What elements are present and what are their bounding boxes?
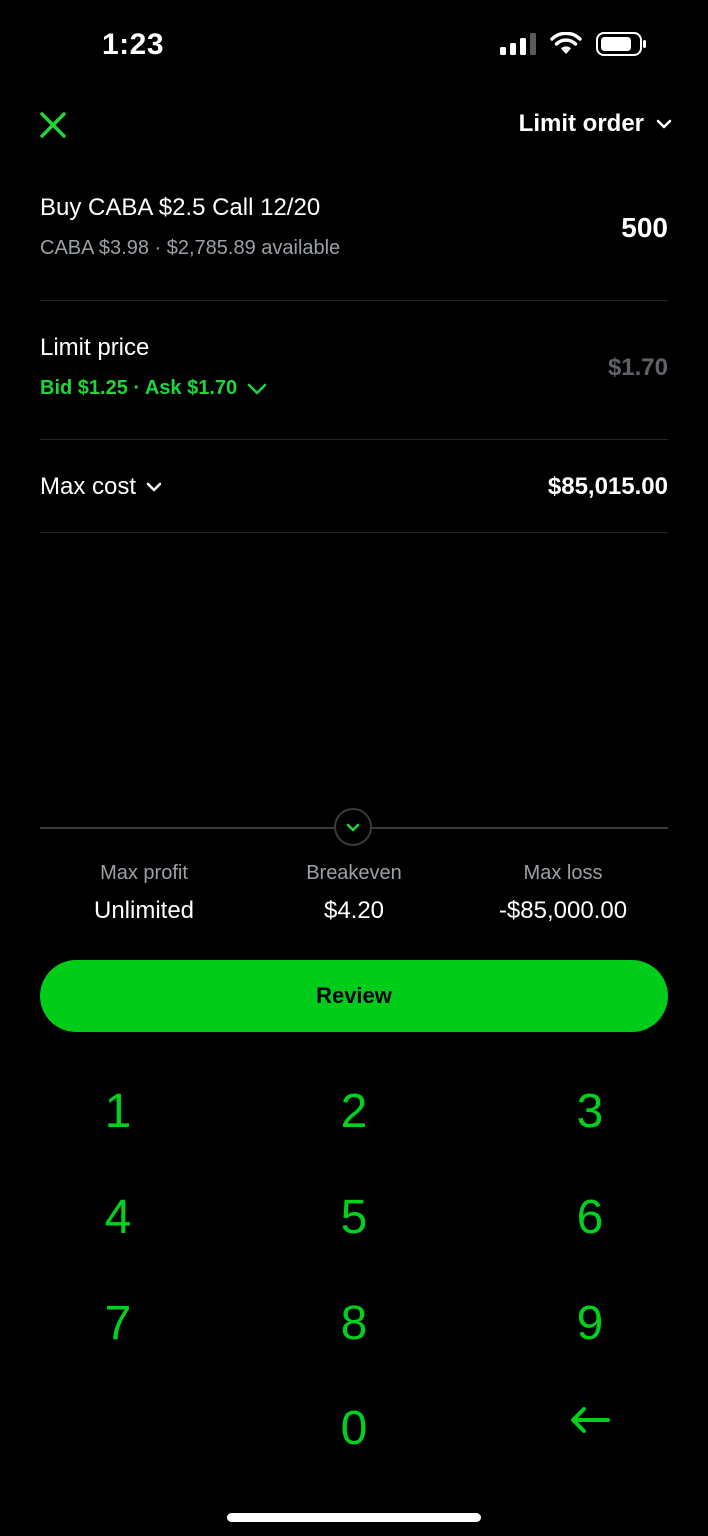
max-cost-dropdown[interactable]: Max cost	[40, 473, 162, 501]
stat-max-loss: Max loss -$85,000.00	[453, 862, 673, 925]
keypad-backspace[interactable]	[530, 1380, 650, 1460]
keypad-key-5[interactable]: 5	[294, 1177, 414, 1257]
divider	[40, 439, 668, 440]
status-time: 1:23	[102, 28, 165, 61]
keypad-key-9[interactable]: 9	[530, 1283, 650, 1363]
keypad-key-2[interactable]: 2	[294, 1071, 414, 1151]
chevron-down-icon	[346, 823, 360, 831]
home-indicator	[227, 1513, 481, 1522]
order-type-dropdown[interactable]: Limit order	[519, 110, 672, 138]
quantity-input[interactable]: 500	[621, 212, 668, 244]
max-cost-value: $85,015.00	[547, 473, 668, 500]
keypad-key-3[interactable]: 3	[530, 1071, 650, 1151]
stat-label: Max loss	[523, 862, 603, 884]
divider	[40, 300, 668, 301]
wifi-icon	[550, 32, 582, 54]
stat-max-profit: Max profit Unlimited	[34, 862, 254, 925]
stat-label: Breakeven	[306, 862, 402, 884]
order-type-label: Limit order	[518, 110, 644, 137]
chevron-down-icon	[656, 119, 672, 129]
keypad-key-6[interactable]: 6	[530, 1177, 650, 1257]
bid-ask-text: Bid $1.25 · Ask $1.70	[40, 377, 238, 399]
keypad-key-7[interactable]: 7	[58, 1283, 178, 1363]
cellular-signal-icon	[500, 33, 536, 55]
close-button[interactable]	[36, 108, 70, 142]
limit-price-input[interactable]: $1.70	[608, 354, 668, 382]
keypad-key-8[interactable]: 8	[294, 1283, 414, 1363]
max-cost-label: Max cost	[40, 473, 137, 500]
keypad-key-4[interactable]: 4	[58, 1177, 178, 1257]
stat-value: -$85,000.00	[498, 897, 628, 924]
status-icons	[500, 32, 648, 56]
close-icon	[40, 112, 66, 138]
contract-title: Buy CABA $2.5 Call 12/20	[40, 194, 321, 221]
contract-subtitle: CABA $3.98 · $2,785.89 available	[40, 237, 341, 259]
stat-value: $4.20	[323, 897, 385, 924]
chevron-down-icon	[146, 482, 162, 492]
stat-breakeven: Breakeven $4.20	[244, 862, 464, 925]
collapse-button[interactable]	[334, 808, 372, 846]
stat-value: Unlimited	[93, 897, 195, 924]
limit-price-label: Limit price	[40, 334, 150, 361]
bid-ask-dropdown[interactable]: Bid $1.25 · Ask $1.70	[40, 377, 267, 400]
backspace-arrow-icon	[571, 1407, 610, 1433]
stat-label: Max profit	[100, 862, 188, 884]
battery-icon	[596, 32, 646, 56]
chevron-down-icon	[247, 383, 267, 394]
review-button[interactable]: Review	[40, 960, 668, 1032]
keypad-key-1[interactable]: 1	[58, 1071, 178, 1151]
divider	[40, 532, 668, 533]
keypad-key-0[interactable]: 0	[294, 1388, 414, 1468]
